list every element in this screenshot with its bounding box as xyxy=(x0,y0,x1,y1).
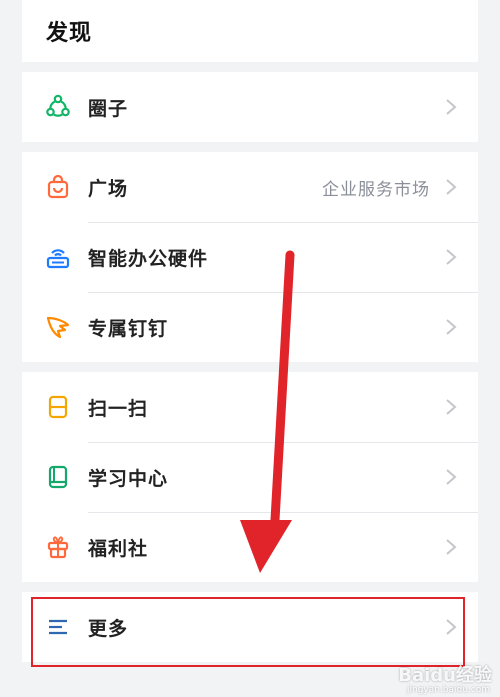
chevron-right-icon xyxy=(440,178,462,196)
list-item-scan[interactable]: 扫一扫 xyxy=(22,372,478,442)
wing-icon xyxy=(42,311,74,343)
section-divider xyxy=(22,142,478,152)
section-divider xyxy=(22,582,478,592)
list-item-learning[interactable]: 学习中心 xyxy=(22,442,478,512)
list-item-label: 圈子 xyxy=(88,97,129,120)
list-item-label: 智能办公硬件 xyxy=(88,247,209,270)
list-item-circle[interactable]: 圈子 xyxy=(22,72,478,142)
chevron-right-icon xyxy=(440,468,462,486)
list-item-exclusive[interactable]: 专属钉钉 xyxy=(22,292,478,362)
gift-icon xyxy=(42,531,74,563)
page-header: 发现 xyxy=(22,0,478,62)
router-icon xyxy=(42,241,74,273)
annotation-highlight-box xyxy=(31,597,465,667)
scan-icon xyxy=(42,391,74,423)
page-title: 发现 xyxy=(46,21,93,46)
section-divider xyxy=(22,62,478,72)
list-item-welfare[interactable]: 福利社 xyxy=(22,512,478,582)
chevron-right-icon xyxy=(440,538,462,556)
chevron-right-icon xyxy=(440,398,462,416)
list-item-label: 专属钉钉 xyxy=(88,317,169,340)
discover-page: 发现 圈子 广场 企业服务市场 智能办公硬件 专属钉钉 扫一扫 学习中心 福利社… xyxy=(22,0,478,697)
chevron-right-icon xyxy=(440,318,462,336)
list-item-label: 广场 xyxy=(88,177,129,200)
list-item-label: 扫一扫 xyxy=(88,397,149,420)
list-item-label: 福利社 xyxy=(88,537,149,560)
list-item-meta: 企业服务市场 xyxy=(322,179,430,200)
list-item-label: 学习中心 xyxy=(88,467,169,490)
watermark-subtext: jingyan.baidu.com xyxy=(406,685,490,695)
section-divider xyxy=(22,362,478,372)
chevron-right-icon xyxy=(440,98,462,116)
section-circle: 圈子 xyxy=(22,72,478,142)
shopping-bag-icon xyxy=(42,171,74,203)
watermark-text: Baidu经验 xyxy=(398,665,492,686)
section-tools: 扫一扫 学习中心 福利社 xyxy=(22,372,478,582)
book-icon xyxy=(42,461,74,493)
section-plaza: 广场 企业服务市场 智能办公硬件 专属钉钉 xyxy=(22,152,478,362)
list-item-hardware[interactable]: 智能办公硬件 xyxy=(22,222,478,292)
circle-nodes-icon xyxy=(42,91,74,123)
list-item-plaza[interactable]: 广场 企业服务市场 xyxy=(22,152,478,222)
chevron-right-icon xyxy=(440,248,462,266)
